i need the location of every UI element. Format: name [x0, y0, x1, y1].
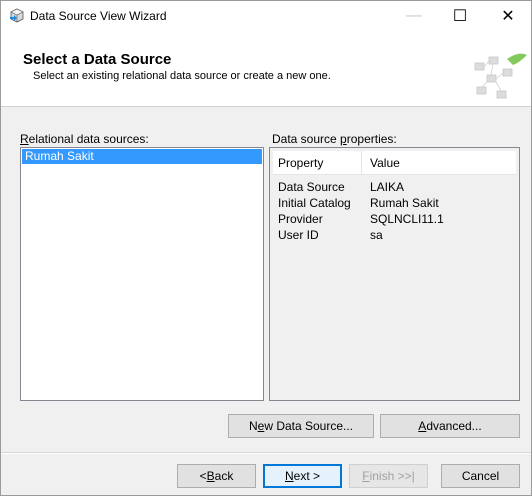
property-value: sa [370, 228, 383, 242]
close-icon: ✕ [501, 8, 515, 25]
next-button[interactable]: Next > [263, 464, 342, 488]
back-button[interactable]: < Back [177, 464, 256, 488]
property-name: User ID [278, 228, 319, 242]
wizard-cube-icon [9, 8, 25, 24]
page-subtitle: Select an existing relational data sourc… [33, 70, 331, 82]
minimize-icon: — [406, 7, 422, 24]
table-row: Data Source LAIKA [278, 179, 518, 195]
minimize-button[interactable]: — [391, 1, 437, 31]
window-title: Data Source View Wizard [30, 9, 167, 23]
list-item[interactable]: Rumah Sakit [22, 149, 262, 164]
title-bar: Data Source View Wizard — ☐ ✕ [1, 1, 531, 31]
property-name: Initial Catalog [278, 196, 351, 210]
new-data-source-button[interactable]: New Data Source... [228, 414, 374, 438]
advanced-button[interactable]: Advanced... [380, 414, 520, 438]
property-name: Provider [278, 212, 323, 226]
column-header-value[interactable]: Value [370, 156, 400, 170]
wizard-header: Select a Data Source Select an existing … [1, 31, 531, 107]
maximize-icon: ☐ [452, 8, 468, 25]
table-row: User ID sa [278, 227, 518, 243]
property-name: Data Source [278, 180, 345, 194]
cancel-button[interactable]: Cancel [441, 464, 520, 488]
relational-sources-list[interactable]: Rumah Sakit [20, 147, 264, 401]
properties-label: Data source properties: [272, 132, 397, 146]
property-value: LAIKA [370, 180, 405, 194]
table-row: Provider SQLNCLI11.1 [278, 211, 518, 227]
page-title: Select a Data Source [23, 51, 172, 68]
property-value: Rumah Sakit [370, 196, 439, 210]
column-separator[interactable] [361, 151, 362, 175]
properties-panel: Property Value Data Source LAIKA Initial… [269, 147, 520, 401]
close-button[interactable]: ✕ [485, 1, 531, 31]
finish-button[interactable]: Finish >>| [349, 464, 428, 488]
properties-list: Property Value Data Source LAIKA Initial… [273, 151, 516, 397]
data-source-banner-icon [467, 49, 529, 111]
properties-header: Property Value [273, 151, 516, 175]
relational-sources-label: Relational data sources: [20, 132, 149, 146]
footer-divider-highlight [1, 453, 531, 454]
column-header-property[interactable]: Property [278, 156, 323, 170]
wizard-window: Data Source View Wizard — ☐ ✕ Select a D… [0, 0, 532, 496]
table-row: Initial Catalog Rumah Sakit [278, 195, 518, 211]
property-value: SQLNCLI11.1 [370, 212, 444, 226]
maximize-button[interactable]: ☐ [437, 1, 483, 31]
